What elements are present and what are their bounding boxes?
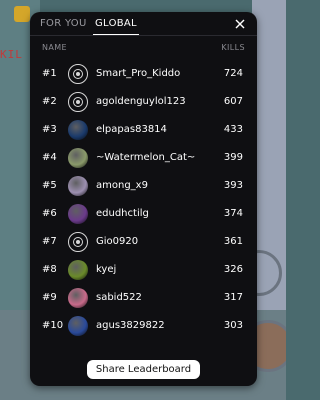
rank: #5 bbox=[42, 180, 57, 191]
tab-global[interactable]: GLOBAL bbox=[93, 18, 139, 36]
background-kill-text: KIL bbox=[0, 48, 23, 61]
kill-count: 361 bbox=[223, 236, 243, 247]
username: edudhctilg bbox=[96, 208, 149, 219]
leaderboard-row[interactable]: #2 agoldenguylol123 607 bbox=[30, 88, 257, 116]
tab-divider bbox=[30, 35, 257, 36]
leaderboard-tabs: FOR YOU GLOBAL bbox=[30, 12, 257, 40]
leaderboard-row[interactable]: #6 edudhctilg 374 bbox=[30, 200, 257, 228]
leaderboard-row[interactable]: #1 Smart_Pro_Kiddo 724 bbox=[30, 60, 257, 88]
share-leaderboard-button[interactable]: Share Leaderboard bbox=[87, 360, 200, 379]
kill-count: 393 bbox=[223, 180, 243, 191]
username: agoldenguylol123 bbox=[96, 96, 186, 107]
leaderboard-panel: FOR YOU GLOBAL NAME KILLS #1 Smart_Pro_K… bbox=[30, 12, 257, 386]
leaderboard-row[interactable]: #9 sabid522 317 bbox=[30, 284, 257, 312]
kill-count: 724 bbox=[223, 68, 243, 79]
username: ~Watermelon_Cat~ bbox=[96, 152, 196, 163]
kill-count: 303 bbox=[223, 320, 243, 331]
rank: #2 bbox=[42, 96, 57, 107]
kill-count: 399 bbox=[223, 152, 243, 163]
tab-for-you[interactable]: FOR YOU bbox=[40, 18, 87, 29]
photo-avatar-icon bbox=[68, 176, 88, 196]
kills-column-header: KILLS bbox=[221, 43, 245, 52]
ring-avatar-icon bbox=[68, 92, 88, 112]
close-button[interactable] bbox=[233, 17, 247, 31]
kill-count: 374 bbox=[223, 208, 243, 219]
rank: #8 bbox=[42, 264, 57, 275]
rank: #9 bbox=[42, 292, 57, 303]
name-column-header: NAME bbox=[42, 43, 68, 52]
username: agus3829822 bbox=[96, 320, 165, 331]
rank: #4 bbox=[42, 152, 57, 163]
photo-avatar-icon bbox=[68, 260, 88, 280]
kill-count: 317 bbox=[223, 292, 243, 303]
trophy-icon bbox=[14, 6, 30, 22]
photo-avatar-icon bbox=[68, 316, 88, 336]
rank: #10 bbox=[42, 320, 64, 331]
leaderboard-list: #1 Smart_Pro_Kiddo 724 #2 agoldenguylol1… bbox=[30, 60, 257, 340]
username: kyej bbox=[96, 264, 117, 275]
kill-count: 607 bbox=[223, 96, 243, 107]
leaderboard-row[interactable]: #5 among_x9 393 bbox=[30, 172, 257, 200]
rank: #1 bbox=[42, 68, 57, 79]
ring-avatar-icon bbox=[68, 232, 88, 252]
photo-avatar-icon bbox=[68, 204, 88, 224]
photo-avatar-icon bbox=[68, 120, 88, 140]
ring-avatar-icon bbox=[68, 64, 88, 84]
leaderboard-row[interactable]: #4 ~Watermelon_Cat~ 399 bbox=[30, 144, 257, 172]
username: Gio0920 bbox=[96, 236, 139, 247]
username: sabid522 bbox=[96, 292, 142, 303]
rank: #6 bbox=[42, 208, 57, 219]
username: Smart_Pro_Kiddo bbox=[96, 68, 181, 79]
close-icon bbox=[235, 19, 245, 29]
rank: #7 bbox=[42, 236, 57, 247]
kill-count: 326 bbox=[223, 264, 243, 275]
leaderboard-row[interactable]: #3 elpapas83814 433 bbox=[30, 116, 257, 144]
leaderboard-row[interactable]: #8 kyej 326 bbox=[30, 256, 257, 284]
photo-avatar-icon bbox=[68, 148, 88, 168]
leaderboard-row[interactable]: #10 agus3829822 303 bbox=[30, 312, 257, 340]
photo-avatar-icon bbox=[68, 288, 88, 308]
column-header: NAME KILLS bbox=[42, 43, 245, 55]
username: among_x9 bbox=[96, 180, 148, 191]
rank: #3 bbox=[42, 124, 57, 135]
kill-count: 433 bbox=[223, 124, 243, 135]
leaderboard-row[interactable]: #7 Gio0920 361 bbox=[30, 228, 257, 256]
username: elpapas83814 bbox=[96, 124, 167, 135]
